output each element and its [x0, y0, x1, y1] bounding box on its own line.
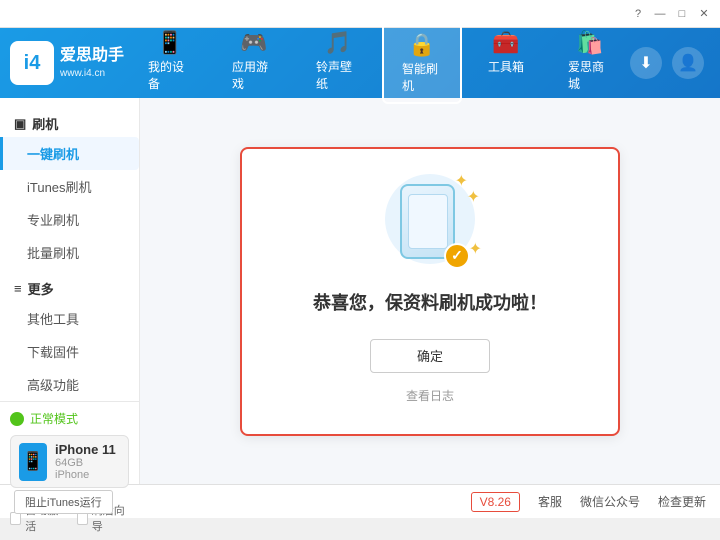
more-section-icon: ≡ [14, 281, 22, 296]
maximize-btn[interactable]: □ [674, 6, 690, 22]
device-name: iPhone 11 [55, 442, 116, 457]
smart-flash-label: 智能刷机 [402, 60, 442, 94]
phone-screen [408, 194, 448, 249]
header: i4 爱思助手 www.i4.cn 📱 我的设备 🎮 应用游戏 🎵 铃声壁纸 🔒… [0, 28, 720, 98]
content-area: ✓ ✦ ✦ ✦ 恭喜您，保资料刷机成功啦！ 确定 查看日志 [140, 98, 720, 484]
device-area: 正常模式 📱 iPhone 11 64GB iPhone [0, 401, 139, 496]
apps-games-icon: 🎮 [240, 30, 267, 56]
shop-icon: 🛍️ [576, 30, 603, 56]
ringtones-label: 铃声壁纸 [316, 58, 360, 92]
brand-url: www.i4.cn [60, 67, 124, 81]
footer: 阻止iTunes运行 V8.26 客服 微信公众号 检查更新 [0, 484, 720, 518]
device-info: iPhone 11 64GB iPhone [55, 442, 116, 481]
tab-ringtones[interactable]: 🎵 铃声壁纸 [298, 22, 378, 104]
success-message: 恭喜您，保资料刷机成功啦！ [313, 289, 547, 315]
wechat-link[interactable]: 微信公众号 [580, 493, 640, 510]
sidebar-item-other-tools[interactable]: 其他工具 [0, 302, 139, 335]
logo-icon: i4 [10, 41, 54, 85]
tab-my-device[interactable]: 📱 我的设备 [130, 22, 210, 104]
header-actions: ⬇ 👤 [630, 47, 712, 79]
sidebar: ▣ 刷机 一键刷机 iTunes刷机 专业刷机 批量刷机 ≡ 更多 其他工具 下… [0, 98, 140, 484]
main-layout: ▣ 刷机 一键刷机 iTunes刷机 专业刷机 批量刷机 ≡ 更多 其他工具 下… [0, 98, 720, 484]
sidebar-item-pro-flash[interactable]: 专业刷机 [0, 203, 139, 236]
download-btn[interactable]: ⬇ [630, 47, 662, 79]
my-device-icon: 📱 [156, 30, 183, 56]
mode-label: 正常模式 [30, 410, 78, 427]
view-log-link[interactable]: 查看日志 [406, 387, 454, 404]
question-btn[interactable]: ? [630, 6, 646, 22]
nav-tabs: 📱 我的设备 🎮 应用游戏 🎵 铃声壁纸 🔒 智能刷机 🧰 工具箱 🛍️ 爱思商… [130, 22, 630, 104]
user-btn[interactable]: 👤 [672, 47, 704, 79]
confirm-button[interactable]: 确定 [370, 339, 490, 373]
sidebar-item-download-firmware[interactable]: 下载固件 [0, 335, 139, 368]
sidebar-item-batch-flash[interactable]: 批量刷机 [0, 236, 139, 269]
success-card: ✓ ✦ ✦ ✦ 恭喜您，保资料刷机成功啦！ 确定 查看日志 [240, 147, 620, 436]
tab-smart-flash[interactable]: 🔒 智能刷机 [382, 22, 462, 104]
tools-label: 工具箱 [488, 58, 524, 75]
sparkle-3: ✦ [469, 239, 482, 259]
brand-name: 爱思助手 [60, 45, 124, 67]
footer-left: 阻止iTunes运行 [14, 490, 113, 514]
minimize-btn[interactable]: — [652, 6, 668, 22]
flash-section-icon: ▣ [14, 116, 26, 132]
tools-icon: 🧰 [492, 30, 519, 56]
support-link[interactable]: 客服 [538, 493, 562, 510]
title-bar-controls: ? — □ ✕ [630, 6, 712, 22]
check-badge: ✓ [444, 243, 470, 269]
device-mode: 正常模式 [10, 410, 129, 427]
more-section-label: ≡ 更多 [0, 269, 139, 302]
my-device-label: 我的设备 [148, 58, 192, 92]
shop-label: 爱思商城 [568, 58, 612, 92]
logo-area: i4 爱思助手 www.i4.cn [10, 41, 130, 85]
tab-shop[interactable]: 🛍️ 爱思商城 [550, 22, 630, 104]
tab-apps-games[interactable]: 🎮 应用游戏 [214, 22, 294, 104]
version-badge[interactable]: V8.26 [471, 492, 520, 512]
flash-section-label: ▣ 刷机 [0, 108, 139, 137]
smart-flash-icon: 🔒 [408, 32, 435, 58]
mode-dot [10, 412, 24, 426]
logo-text: 爱思助手 www.i4.cn [60, 45, 124, 81]
sidebar-item-one-key-flash[interactable]: 一键刷机 [0, 137, 139, 170]
tab-tools[interactable]: 🧰 工具箱 [466, 22, 546, 104]
device-storage: 64GB [55, 457, 116, 469]
stop-itunes-button[interactable]: 阻止iTunes运行 [14, 490, 113, 514]
ringtones-icon: 🎵 [324, 30, 351, 56]
sidebar-item-itunes-flash[interactable]: iTunes刷机 [0, 170, 139, 203]
sidebar-item-advanced[interactable]: 高级功能 [0, 368, 139, 401]
phone-illustration: ✓ ✦ ✦ ✦ [390, 179, 470, 269]
apps-games-label: 应用游戏 [232, 58, 276, 92]
check-update-link[interactable]: 检查更新 [658, 493, 706, 510]
device-type: iPhone [55, 469, 116, 481]
footer-right: V8.26 客服 微信公众号 检查更新 [471, 492, 706, 512]
close-btn[interactable]: ✕ [696, 6, 712, 22]
device-icon: 📱 [19, 443, 47, 481]
device-card: 📱 iPhone 11 64GB iPhone [10, 435, 129, 488]
sparkle-2: ✦ [467, 187, 480, 207]
